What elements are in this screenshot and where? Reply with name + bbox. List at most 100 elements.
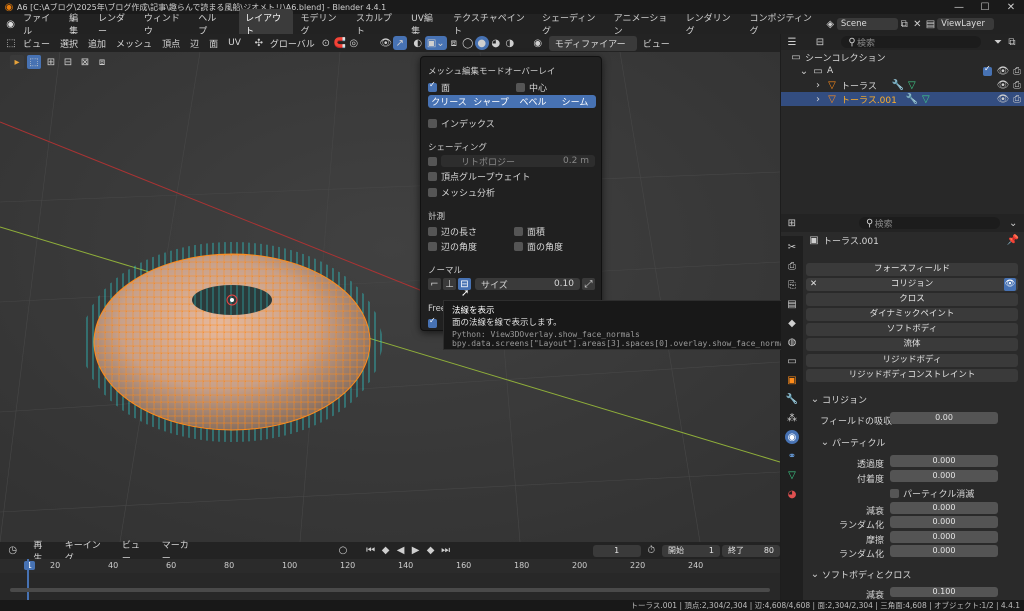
viewport-menu-face[interactable]: 面 xyxy=(204,37,223,50)
damping-field[interactable]: 0.000 xyxy=(890,502,998,514)
seam-button[interactable]: シーム xyxy=(554,95,596,108)
collision-button[interactable]: ✕ コリジョン 👁 xyxy=(806,278,1018,291)
scene-icon[interactable]: ◈ xyxy=(824,17,837,31)
physics-tab-icon[interactable]: ◉ xyxy=(785,430,799,444)
expand-chevron-icon[interactable]: ⌄ xyxy=(797,64,811,78)
view-layer-tab-icon[interactable]: ▤ xyxy=(785,297,799,311)
scene-selector[interactable]: Scene xyxy=(836,18,898,30)
viewlayer-selector[interactable]: ViewLayer xyxy=(937,18,994,30)
jump-end-icon[interactable]: ⏭ xyxy=(439,544,453,558)
select-intersect-icon[interactable]: ⧈ xyxy=(95,55,109,69)
particles-tab-icon[interactable]: ⁂ xyxy=(785,411,799,425)
remove-collision-icon[interactable]: ✕ xyxy=(810,278,817,291)
transform-orientation-icon[interactable]: ✣ xyxy=(252,36,266,50)
timeline-editor-icon[interactable]: ◷ xyxy=(6,544,19,558)
close-icon[interactable]: ✕ xyxy=(998,0,1024,14)
mesh-overlay-icon[interactable]: ▣⌄ xyxy=(424,36,447,50)
shading-material-icon[interactable]: ◕ xyxy=(489,36,503,50)
timeline-track[interactable] xyxy=(0,573,780,600)
dynamic-paint-button[interactable]: ダイナミックペイント xyxy=(806,308,1018,321)
collection-tab-icon[interactable]: ▭ xyxy=(785,354,799,368)
field-absorption-field[interactable]: 0.00 xyxy=(890,412,998,424)
edge-angle-checkbox[interactable] xyxy=(428,242,437,251)
output-tab-icon[interactable]: ⎘ xyxy=(785,278,799,292)
stopwatch-icon[interactable]: ⏱ xyxy=(645,544,658,558)
permeability-field[interactable]: 0.000 xyxy=(890,455,998,467)
constant-screen-size-icon[interactable]: ⤢ xyxy=(582,278,595,290)
softbody-panel-header[interactable]: ⌄ ソフトボディとクロス xyxy=(808,567,912,581)
viewport-menu-edge[interactable]: 辺 xyxy=(185,37,204,50)
friction-random-field[interactable]: 0.000 xyxy=(890,545,998,557)
scene-collection-row[interactable]: ▭ シーンコレクション xyxy=(781,50,1024,64)
retopology-checkbox[interactable] xyxy=(428,156,437,166)
next-keyframe-icon[interactable]: ◆ xyxy=(424,544,438,558)
force-field-button[interactable]: フォースフィールド xyxy=(806,263,1018,276)
shading-solid-icon[interactable]: ● xyxy=(474,36,489,50)
viewport-menu-select[interactable]: 選択 xyxy=(55,37,83,50)
collection-a-exclude-checkbox[interactable] xyxy=(983,64,992,76)
viewport-menu-vertex[interactable]: 頂点 xyxy=(157,37,185,50)
end-frame-field[interactable]: 終了 80 xyxy=(722,544,780,557)
center-checkbox[interactable] xyxy=(516,83,525,92)
properties-search[interactable]: ⚲ 検索 xyxy=(858,217,1001,230)
camera-icon[interactable]: ⎙ xyxy=(1010,78,1024,92)
material-tab-icon[interactable]: ◕ xyxy=(785,487,799,501)
face-area-checkbox[interactable] xyxy=(514,227,523,236)
constraints-tab-icon[interactable]: ⚭ xyxy=(785,449,799,463)
collision-panel-header[interactable]: ⌄ コリジョン xyxy=(808,392,867,406)
new-collection-icon[interactable]: ⧉ xyxy=(1005,35,1019,49)
shading-wire-icon[interactable]: ◯ xyxy=(461,36,475,50)
jump-start-icon[interactable]: ⏮ xyxy=(364,544,378,558)
properties-editor-icon[interactable]: ⊞ xyxy=(785,216,799,230)
bevel-button[interactable]: ベベル xyxy=(512,95,554,108)
overlay-icon[interactable]: ◐ xyxy=(411,36,425,50)
sharp-button[interactable]: シャープ xyxy=(470,95,512,108)
xray-icon[interactable]: ⧈ xyxy=(447,36,461,50)
eye-icon[interactable]: 👁 xyxy=(996,64,1010,78)
viewport-menu-view[interactable]: ビュー xyxy=(18,37,55,50)
outliner-editor-icon[interactable]: ☰ xyxy=(785,35,799,49)
select-extend-icon[interactable]: ⊞ xyxy=(44,55,58,69)
edge-length-toggle[interactable]: 辺の長さ xyxy=(428,225,477,238)
color-icon[interactable]: ◉ xyxy=(531,36,545,50)
viewport-view-menu[interactable]: ビュー xyxy=(637,37,676,50)
visibility-icon[interactable]: 👁 xyxy=(379,36,393,50)
camera-icon[interactable]: ⎙ xyxy=(1010,92,1024,106)
stickiness-field[interactable]: 0.000 xyxy=(890,470,998,482)
shading-rendered-icon[interactable]: ◑ xyxy=(503,36,517,50)
kill-particles-toggle[interactable]: パーティクル消滅 xyxy=(890,487,974,500)
eye-icon[interactable]: 👁 xyxy=(996,78,1010,92)
torus-mesh[interactable] xyxy=(82,242,382,442)
freestyle-toggle[interactable] xyxy=(428,316,441,328)
vertex-normals-icon[interactable]: ⌐ xyxy=(428,278,441,290)
collision-visibility-icon[interactable]: 👁 xyxy=(1004,278,1016,291)
mesh-analysis-checkbox[interactable] xyxy=(428,188,437,197)
select-subtract-icon[interactable]: ⊟ xyxy=(61,55,75,69)
viewport-menu-uv[interactable]: UV xyxy=(223,38,246,48)
3d-viewport[interactable]: ▸ ⬚ ⊞ ⊟ ⊠ ⧈ xyxy=(0,52,780,542)
split-normals-icon[interactable]: ⊥ xyxy=(443,278,456,290)
face-angle-toggle[interactable]: 面の角度 xyxy=(514,240,563,253)
editor-type-icon[interactable]: ⬚ xyxy=(4,36,18,50)
prev-keyframe-icon[interactable]: ◆ xyxy=(379,544,393,558)
fluid-button[interactable]: 流体 xyxy=(806,338,1018,351)
particle-panel-header[interactable]: ⌄ パーティクル xyxy=(818,435,885,449)
gizmo-icon[interactable]: ↗ xyxy=(392,36,407,50)
viewport-menu-add[interactable]: 追加 xyxy=(83,37,111,50)
filter-icon[interactable]: ⏷ xyxy=(991,35,1005,49)
expand-chevron-icon[interactable]: › xyxy=(811,92,825,106)
center-toggle[interactable]: 中心 xyxy=(516,81,547,94)
edge-length-checkbox[interactable] xyxy=(428,227,437,236)
delete-scene-icon[interactable]: ✕ xyxy=(911,17,924,31)
display-mode-icon[interactable]: ⊟ xyxy=(813,35,827,49)
face-toggle[interactable]: 面 xyxy=(428,80,450,94)
rigid-body-button[interactable]: リジッドボディ xyxy=(806,354,1018,367)
timeline-ruler[interactable]: 1 20 40 60 80 100 120 140 160 180 200 220 240 xyxy=(0,559,780,573)
start-frame-field[interactable]: 開始 1 xyxy=(662,544,720,557)
expand-chevron-icon[interactable]: › xyxy=(811,78,825,92)
cloth-button[interactable]: クロス xyxy=(806,293,1018,306)
scene-tab-icon[interactable]: ◆ xyxy=(785,316,799,330)
normal-size-field[interactable]: サイズ 0.10 xyxy=(475,278,580,291)
soft-body-button[interactable]: ソフトボディ xyxy=(806,323,1018,336)
record-icon[interactable]: ○ xyxy=(336,544,349,558)
